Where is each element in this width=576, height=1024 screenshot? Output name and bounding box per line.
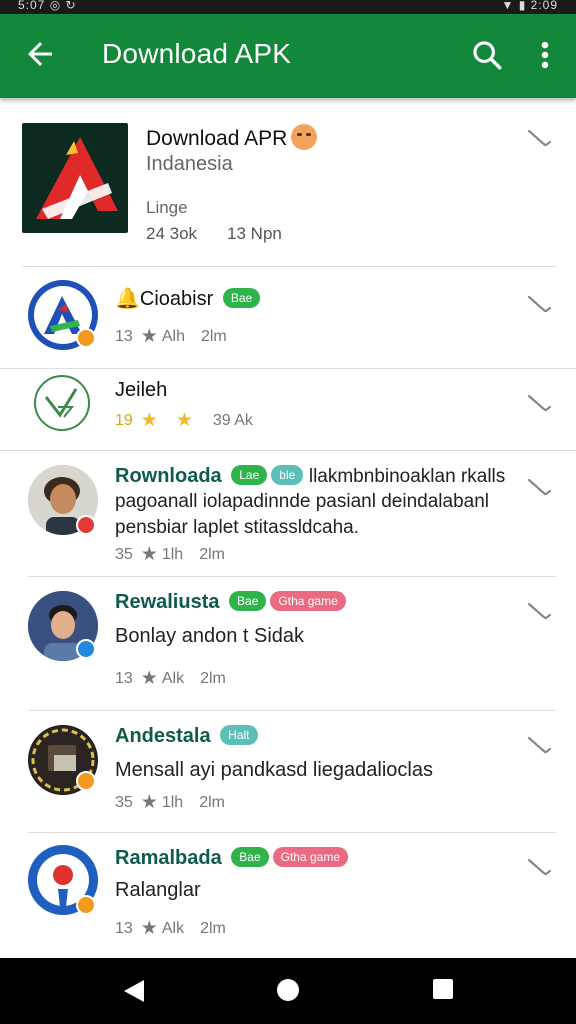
featured-app-name-text: Download APR <box>146 127 288 150</box>
back-arrow-icon[interactable] <box>22 36 58 72</box>
tag-chip: Bae <box>231 847 269 867</box>
app-meta: 13 ★ Alk 2lm <box>115 667 226 690</box>
status-badge <box>76 515 96 535</box>
app-title: Rownloada Lae ble llakmbnbinoaklan rkalls <box>115 465 505 488</box>
system-nav-bar <box>0 958 576 1024</box>
meta-count: 13 <box>115 670 133 687</box>
meta-rating: 1lh <box>161 546 184 563</box>
list-item[interactable]: Ramalbada Bae Gtha game Ralanglar 13 ★ Alk 2… <box>0 833 576 957</box>
status-badge <box>76 328 96 348</box>
list-item[interactable]: Rownloada Lae ble llakmbnbinoaklan rkalls… <box>0 451 576 576</box>
download-icon[interactable] <box>526 599 552 625</box>
tag-chip: Gtha game <box>272 847 349 867</box>
status-left: 5:07 ◎ ↻ <box>18 0 77 12</box>
download-icon[interactable] <box>526 733 552 759</box>
featured-app-logo <box>22 123 128 233</box>
app-meta: 13 ★ Alk 2lm <box>115 917 226 940</box>
tag-chip: Halt <box>220 725 258 745</box>
app-description: pagoanall iolapadinnde pasianl deindalab… <box>115 491 489 538</box>
list-item[interactable]: 🔔Cioabisr Bae 13 ★ Alh 2lm <box>0 268 576 368</box>
featured-app-stat-2: 13 Npn <box>227 224 282 243</box>
bell-emoji-icon: 🔔 <box>115 288 140 310</box>
app-list: Download APR Indanesia Linge 24 3ok 13 Np… <box>0 98 576 939</box>
meta-count: 13 <box>115 920 133 937</box>
app-meta: 35 ★ 1lh 2lm <box>115 543 225 566</box>
meta-time: 2lm <box>200 328 227 345</box>
meta-time: 2lm <box>200 920 226 937</box>
download-icon[interactable] <box>526 126 552 152</box>
app-title-text: Ramalbada <box>115 847 222 869</box>
featured-app-country: Indanesia <box>146 153 233 175</box>
star-icon: ★ <box>140 326 158 347</box>
meta-count: 13 <box>115 328 133 345</box>
nav-recents-icon[interactable] <box>432 978 454 1000</box>
status-right: ▼ ▮ 2:09 <box>501 0 558 12</box>
face-emoji-icon <box>291 124 318 150</box>
meta-rating: Alk <box>161 920 185 937</box>
list-item[interactable]: Jeileh 19 ★ ★ 39 Ak <box>0 369 576 449</box>
download-icon[interactable] <box>526 292 552 318</box>
meta-rating: 39 Ak <box>212 412 253 429</box>
app-meta: 35 ★ 1lh 2lm <box>115 791 225 814</box>
app-avatar <box>34 375 90 431</box>
app-title: 🔔Cioabisr Bae <box>115 286 261 311</box>
tag-chip: Bae <box>229 591 267 611</box>
nav-home-icon[interactable] <box>276 978 300 1002</box>
status-badge <box>76 771 96 791</box>
featured-app-language: Linge <box>146 198 188 217</box>
tag-chip: Gtha game <box>270 591 346 611</box>
featured-app-card[interactable]: Download APR Indanesia Linge 24 3ok 13 Np… <box>0 98 576 268</box>
app-title: Andestala Halt <box>115 725 258 748</box>
more-options-icon[interactable] <box>532 38 558 72</box>
app-description: Mensall ayi pandkasd liegadalioclas <box>115 759 433 781</box>
app-root: 5:07 ◎ ↻ ▼ ▮ 2:09 Download APK Download … <box>0 0 576 1024</box>
meta-rating: Alh <box>161 328 185 345</box>
meta-count: 35 <box>115 546 133 563</box>
star-icon: ★ <box>140 668 158 689</box>
app-title: Ramalbada Bae Gtha game <box>115 847 349 870</box>
star-icon: ★ <box>140 918 158 939</box>
app-meta: 13 ★ Alh 2lm <box>115 325 227 348</box>
search-icon[interactable] <box>470 38 504 72</box>
list-item[interactable]: Rewaliusta Bae Gtha game Bonlay andon t S… <box>0 577 576 709</box>
divider <box>22 266 556 267</box>
star-icon: ★ <box>140 410 158 431</box>
page-title: Download APK <box>102 38 292 69</box>
featured-app-stat-1: 24 3ok <box>146 224 198 243</box>
featured-app-stats: 24 3ok 13 Npn <box>146 224 312 244</box>
app-description: Ralanglar <box>115 879 201 901</box>
star-icon: ★ <box>140 792 158 813</box>
app-bar: Download APK <box>0 14 576 98</box>
list-item[interactable]: Andestala Halt Mensall ayi pandkasd lieg… <box>0 711 576 833</box>
featured-app-name: Download APR <box>146 124 318 151</box>
download-icon[interactable] <box>526 855 552 881</box>
status-bar: 5:07 ◎ ↻ ▼ ▮ 2:09 <box>0 0 576 14</box>
download-icon[interactable] <box>526 475 552 501</box>
star-icon: ★ <box>140 544 158 565</box>
app-title: Jeileh <box>115 379 168 401</box>
app-title-tail: llakmbnbinoaklan rkalls <box>308 466 506 487</box>
meta-time: 2lm <box>199 546 225 563</box>
download-icon[interactable] <box>526 391 552 417</box>
app-title: Rewaliusta Bae Gtha game <box>115 591 346 614</box>
app-meta: 19 ★ ★ 39 Ak <box>115 409 253 432</box>
tag-chip: Lae <box>231 465 268 485</box>
app-title-text: Andestala <box>115 725 211 747</box>
app-title-text: Rewaliusta <box>115 591 220 613</box>
tag-chip: Bae <box>222 288 261 308</box>
app-title-text: Rownloada <box>115 465 222 487</box>
app-title-text: Cioabisr <box>139 288 214 310</box>
tag-chip: ble <box>271 465 304 485</box>
star-icon: ★ <box>175 410 193 431</box>
meta-time: 2lm <box>199 794 225 811</box>
meta-count: 19 <box>115 412 133 429</box>
meta-count: 35 <box>115 794 133 811</box>
meta-rating: Alk <box>161 670 185 687</box>
meta-time: 2lm <box>200 670 226 687</box>
app-description: Bonlay andon t Sidak <box>115 625 305 647</box>
meta-rating: 1lh <box>161 794 184 811</box>
nav-back-icon[interactable] <box>122 978 146 1004</box>
status-badge <box>76 895 96 915</box>
status-badge <box>76 639 96 659</box>
